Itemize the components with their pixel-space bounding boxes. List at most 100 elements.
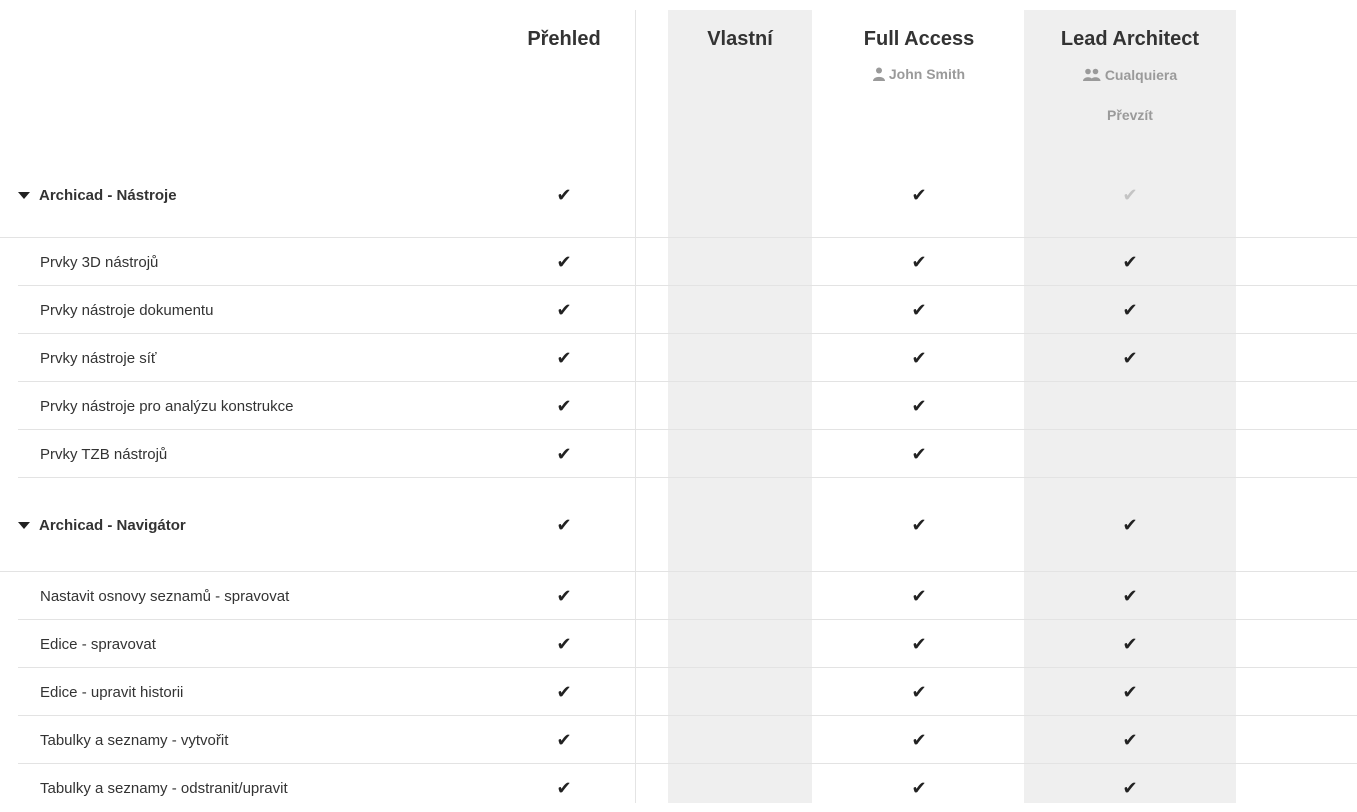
check-icon: ✔: [911, 299, 927, 320]
permission-cell: ✔: [1030, 716, 1230, 764]
check-icon: ✔: [911, 443, 927, 464]
permission-cell: [640, 382, 840, 430]
check-icon: ✔: [911, 729, 927, 750]
permission-cell: ✔: [464, 152, 664, 238]
check-icon: ✔: [556, 347, 572, 368]
permission-cell: ✔: [1030, 334, 1230, 382]
permission-cell: ✔: [464, 478, 664, 572]
column-title-full-access: Full Access: [863, 28, 975, 50]
permission-cell: ✔: [1030, 478, 1230, 572]
check-icon: ✔: [556, 443, 572, 464]
permission-cell: [640, 572, 840, 620]
section-title[interactable]: Archicad - Nástroje: [18, 152, 177, 238]
check-icon: ✔: [911, 251, 927, 272]
permission-cell: ✔: [464, 716, 664, 764]
permission-label: Prvky nástroje pro analýzu konstrukce: [40, 382, 293, 430]
permission-label: Prvky 3D nástrojů: [40, 238, 158, 286]
permission-label-text: Prvky TZB nástrojů: [40, 445, 168, 463]
permission-cell: ✔: [819, 286, 1019, 334]
permission-label: Nastavit osnovy seznamů - spravovat: [40, 572, 289, 620]
permission-cell: [1030, 430, 1230, 478]
permission-label: Tabulky a seznamy - odstranit/upravit: [40, 764, 288, 812]
check-icon: ✔: [556, 681, 572, 702]
permission-label-text: Prvky nástroje pro analýzu konstrukce: [40, 397, 294, 415]
check-icon: ✔: [1122, 585, 1138, 606]
permission-cell: ✔: [464, 764, 664, 812]
section-title[interactable]: Archicad - Navigátor: [18, 478, 186, 572]
permission-cell: ✔: [819, 668, 1019, 716]
permission-label-text: Nastavit osnovy seznamů - spravovat: [40, 587, 290, 605]
column-user-lead-architect: Cualquiera: [1030, 67, 1230, 83]
column-title-vlastni: Vlastní: [707, 28, 773, 50]
group-name: Cualquiera: [1104, 67, 1178, 83]
check-icon: ✔: [1122, 514, 1138, 535]
permission-cell: ✔: [464, 286, 664, 334]
caret-down-icon[interactable]: [18, 191, 30, 199]
check-icon: ✔: [911, 395, 927, 416]
permission-cell: ✔: [464, 572, 664, 620]
section-title-text: Archicad - Navigátor: [39, 516, 186, 534]
permission-cell: ✔: [819, 334, 1019, 382]
permission-label-text: Prvky nástroje dokumentu: [40, 301, 214, 319]
check-icon: ✔: [1122, 347, 1138, 368]
permission-cell: ✔: [819, 716, 1019, 764]
table-row: Prvky nástroje pro analýzu konstrukce ✔ ✔: [0, 382, 1357, 430]
permission-cell: [640, 478, 840, 572]
permission-cell: ✔: [819, 764, 1019, 812]
permission-cell: ✔: [464, 668, 664, 716]
check-icon: ✔: [1122, 251, 1138, 272]
column-title-lead-architect: Lead Architect: [1060, 28, 1200, 50]
permission-cell: ✔: [464, 430, 664, 478]
check-icon: ✔: [1122, 681, 1138, 702]
check-icon: ✔: [556, 729, 572, 750]
check-icon: ✔: [556, 633, 572, 654]
check-icon: ✔: [556, 777, 572, 798]
permission-label: Prvky nástroje dokumentu: [40, 286, 213, 334]
permission-cell: [640, 286, 840, 334]
permission-cell: ✔: [819, 478, 1019, 572]
check-icon: ✔: [911, 184, 927, 205]
section-header-row[interactable]: Archicad - Nástroje ✔ ✔ ✔: [0, 152, 1357, 238]
permission-cell: [640, 620, 840, 668]
table-row: Nastavit osnovy seznamů - spravovat ✔ ✔ ✔: [0, 572, 1357, 620]
check-icon: ✔: [1122, 729, 1138, 750]
permission-label-text: Edice - upravit historii: [40, 683, 184, 701]
permission-cell: [640, 152, 840, 238]
take-over-button[interactable]: Převzít: [1030, 107, 1230, 123]
permission-cell: ✔: [819, 572, 1019, 620]
table-row: Prvky nástroje síť ✔ ✔ ✔: [0, 334, 1357, 382]
permission-cell: ✔: [1030, 764, 1230, 812]
section-header-row[interactable]: Archicad - Navigátor ✔ ✔ ✔: [0, 478, 1357, 572]
permission-cell: ✔: [819, 238, 1019, 286]
permission-label-text: Tabulky a seznamy - odstranit/upravit: [40, 779, 288, 797]
check-icon: ✔: [556, 514, 572, 535]
check-icon: ✔: [911, 777, 927, 798]
permission-label: Edice - upravit historii: [40, 668, 183, 716]
permission-cell: [1030, 382, 1230, 430]
permission-cell: [640, 334, 840, 382]
permission-cell: [640, 716, 840, 764]
table-row: Prvky 3D nástrojů ✔ ✔ ✔: [0, 238, 1357, 286]
check-inherited-icon: ✔: [1122, 184, 1138, 205]
table-row: Edice - upravit historii ✔ ✔ ✔: [0, 668, 1357, 716]
permission-cell: [640, 764, 840, 812]
permission-cell: ✔: [1030, 572, 1230, 620]
permission-label: Prvky nástroje síť: [40, 334, 157, 382]
permission-cell: ✔: [464, 238, 664, 286]
check-icon: ✔: [1122, 299, 1138, 320]
permission-cell: [640, 668, 840, 716]
permission-label-text: Tabulky a seznamy - vytvořit: [40, 731, 229, 749]
permission-cell: ✔: [819, 382, 1019, 430]
caret-down-icon[interactable]: [18, 521, 30, 529]
user-icon: [872, 67, 885, 81]
check-icon: ✔: [1122, 777, 1138, 798]
table-row: Prvky TZB nástrojů ✔ ✔: [0, 430, 1357, 478]
permission-label: Tabulky a seznamy - vytvořit: [40, 716, 228, 764]
check-icon: ✔: [911, 347, 927, 368]
check-icon: ✔: [556, 251, 572, 272]
check-icon: ✔: [911, 681, 927, 702]
permission-cell: ✔: [1030, 286, 1230, 334]
column-user-full-access: John Smith: [819, 66, 1019, 82]
permission-cell: ✔: [464, 382, 664, 430]
table-row: Edice - spravovat ✔ ✔ ✔: [0, 620, 1357, 668]
